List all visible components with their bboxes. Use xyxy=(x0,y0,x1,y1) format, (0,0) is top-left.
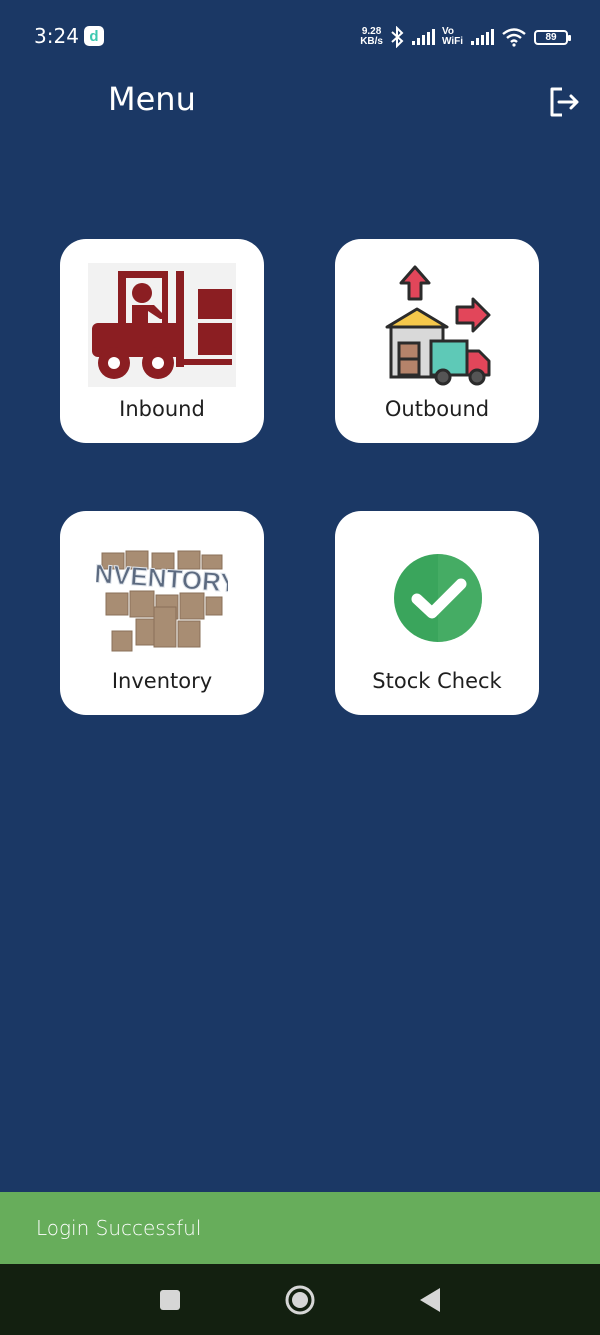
network-speed: 9.28 KB/s xyxy=(360,27,383,47)
bluetooth-icon xyxy=(391,26,404,48)
battery-level: 89 xyxy=(545,31,557,43)
inventory-card[interactable]: INVENTORY Inventory xyxy=(60,511,264,715)
network-speed-unit: KB/s xyxy=(360,36,383,47)
wifi-icon xyxy=(502,28,526,47)
status-bar: 3:24 d 9.28 KB/s Vo WiFi 89 xyxy=(0,0,600,72)
outbound-card[interactable]: Outbound xyxy=(335,239,539,443)
back-icon xyxy=(420,1288,440,1312)
outbound-label: Outbound xyxy=(384,397,490,421)
home-button[interactable] xyxy=(282,1282,318,1318)
snackbar: Login Successful xyxy=(0,1192,600,1264)
signal-icon-2 xyxy=(471,29,494,45)
app-bar: Menu xyxy=(0,72,600,128)
wifi-label: WiFi xyxy=(441,36,463,47)
warehouse-truck-icon xyxy=(385,265,491,386)
status-time: 3:24 xyxy=(34,24,79,48)
snackbar-message: Login Successful xyxy=(36,1216,202,1240)
home-icon xyxy=(285,1285,315,1315)
page-title: Menu xyxy=(108,80,196,118)
app-notification-icon: d xyxy=(84,26,104,46)
check-circle-icon xyxy=(394,554,482,642)
stock-check-card[interactable]: Stock Check xyxy=(335,511,539,715)
inbound-card[interactable]: Inbound xyxy=(60,239,264,443)
inbound-label: Inbound xyxy=(119,397,205,421)
system-nav-bar xyxy=(0,1264,600,1335)
recents-button[interactable] xyxy=(152,1282,188,1318)
logout-icon[interactable] xyxy=(546,84,582,120)
signal-icon xyxy=(411,29,435,45)
back-button[interactable] xyxy=(412,1282,448,1318)
inventory-label: Inventory xyxy=(111,669,213,693)
recents-icon xyxy=(160,1290,180,1310)
forklift-icon xyxy=(88,263,236,387)
inventory-boxes-icon: INVENTORY xyxy=(96,550,228,652)
battery-icon: 89 xyxy=(534,29,571,45)
stock-check-label: Stock Check xyxy=(372,669,502,693)
status-icons: 9.28 KB/s Vo WiFi 89 xyxy=(360,24,571,50)
vowifi-indicator: Vo WiFi xyxy=(442,27,463,47)
